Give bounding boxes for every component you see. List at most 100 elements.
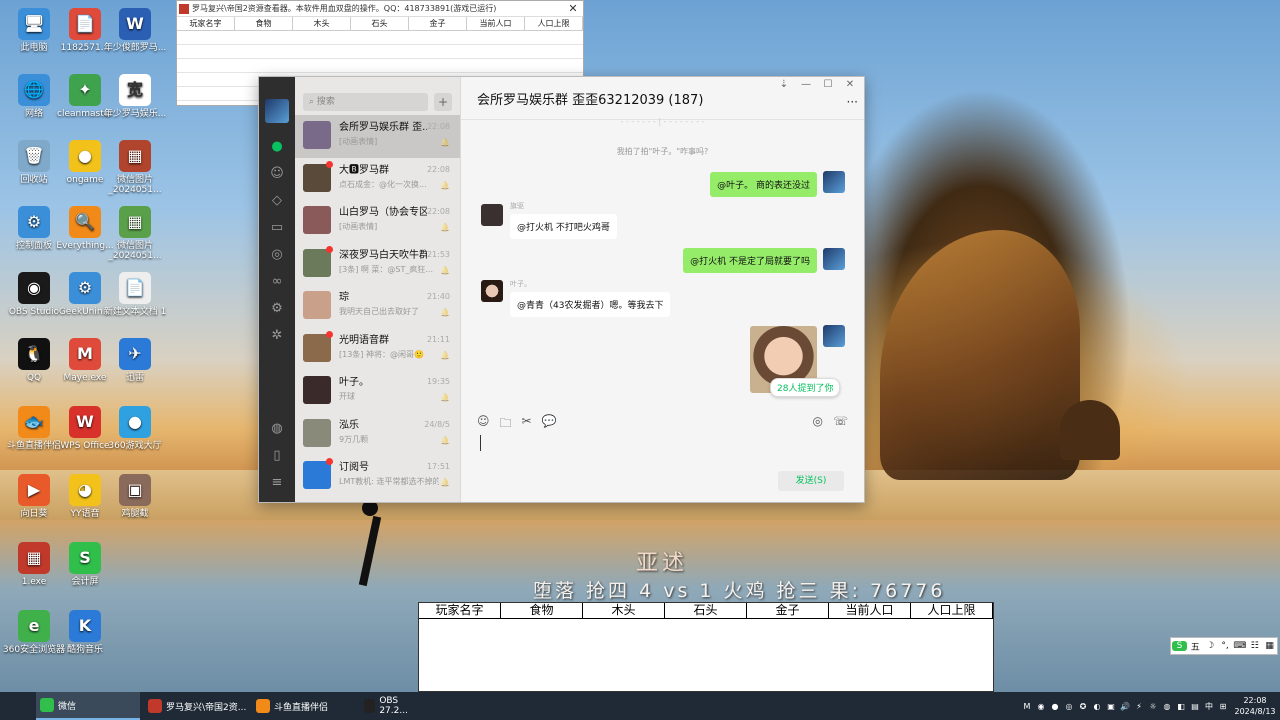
conversation-items: 会所罗马娱乐群 歪... 22:08 [动画表情] 🔔 大🅱罗马群 22:08 点石成金：@…	[295, 115, 460, 498]
taskbar-item[interactable]: 斗鱼直播伴侣	[252, 692, 356, 720]
folder-icon[interactable]: ▭	[259, 214, 295, 241]
desktop-icon[interactable]: ▦ 微信图片_2024051...	[103, 140, 167, 195]
window-controls: ⇣ — ☐ ✕	[776, 79, 858, 90]
ime-item[interactable]: ☷	[1247, 641, 1262, 651]
desktop-icon[interactable]: ✈ 迅雷	[103, 338, 167, 383]
add-button[interactable]: +	[434, 93, 452, 111]
message-bubble[interactable]: @打火机 不是定了局就要了吗	[683, 248, 817, 273]
conversation-item[interactable]: 山白罗马（协会专区）22:08 [动画表情] 🔔	[295, 200, 460, 243]
conversation-item[interactable]: 泓乐 24/8/5 9万几颗 🔔	[295, 413, 460, 456]
desktop-icon[interactable]: ● 360游戏大厅	[103, 406, 167, 451]
favorites-icon[interactable]: ◇	[259, 187, 295, 214]
my-avatar[interactable]	[823, 171, 845, 193]
wechat-window[interactable]: ● ☺ ◇ ▭ ◎ ∞ ⚙ ✲ ◍ ▯ ≡ ⌕ 搜索 + 会所罗马娱乐群 歪..…	[258, 76, 865, 503]
phone-icon[interactable]: ▯	[259, 442, 295, 469]
tray-icon[interactable]: ●	[1048, 702, 1062, 711]
desktop-icon[interactable]: 📄 新建文本文档 1	[103, 272, 167, 317]
close-icon[interactable]: ✕	[563, 2, 583, 15]
tray-icon[interactable]: ◐	[1090, 702, 1104, 711]
desktop-icon[interactable]: 宽年少罗马娱乐...	[103, 74, 167, 119]
system-tray: M ◉ ● ◎ ✪ ◐ ▣ 🔊 ⚡ ☼ ◍ ◧ ▤ 中 ⊞ 22:08 2024/8/13	[1020, 692, 1280, 720]
more-icon[interactable]: ···	[847, 95, 858, 109]
tray-icon[interactable]: M	[1020, 702, 1034, 711]
app-icon: 📄	[69, 8, 101, 40]
tray-icon[interactable]: ✪	[1076, 702, 1090, 711]
sender-avatar[interactable]	[481, 280, 503, 302]
menu-icon[interactable]: ≡	[259, 469, 295, 496]
mute-icon: 🔔	[440, 138, 450, 147]
conversation-item[interactable]: 大🅱罗马群 22:08 点石成金：@化一次换... 🔔	[295, 158, 460, 201]
conversation-item[interactable]: 叶子。 19:35 开球 🔔	[295, 370, 460, 413]
my-avatar[interactable]	[823, 248, 845, 270]
ime-item[interactable]: 五	[1188, 640, 1203, 653]
app-icon: ◕	[69, 474, 101, 506]
conversation-item[interactable]: 订阅号 17:51 LMT教机: 连平常都选不掉的... 🔔	[295, 455, 460, 498]
desktop-icon[interactable]: ▦ 微信图片_2024051...	[103, 206, 167, 261]
emoji-icon[interactable]: ☺	[477, 414, 490, 435]
my-avatar[interactable]	[823, 325, 845, 347]
conversation-item[interactable]: 会所罗马娱乐群 歪... 22:08 [动画表情] 🔔	[295, 115, 460, 158]
resource-viewer-titlebar[interactable]: 罗马复兴\帝国2资源查看器。本软件用血双盘的操作。QQ：418733891(游戏…	[177, 1, 583, 17]
tray-icon[interactable]: ◎	[1062, 702, 1076, 711]
close-icon[interactable]: ✕	[842, 79, 858, 90]
tray-icon[interactable]: ⚡	[1132, 702, 1146, 711]
message-bubble[interactable]: @叶子。 商的表还没过	[710, 172, 817, 197]
search-input[interactable]: ⌕ 搜索	[303, 93, 428, 111]
tray-icon[interactable]: ◍	[1160, 702, 1174, 711]
grid-icon[interactable]: ⊞	[1216, 702, 1230, 711]
minimize-icon[interactable]: —	[798, 79, 814, 90]
taskbar-app-icon	[40, 698, 54, 712]
conversation-item[interactable]: 光明语音群 21:11 [13条] 神将：@闲哥🙂 🔔	[295, 328, 460, 371]
conversation-item[interactable]: 琮 21:40 我明天自己出去取好了 🔔	[295, 285, 460, 328]
user-avatar[interactable]	[265, 99, 289, 123]
search-discover-icon[interactable]: ⚙	[259, 295, 295, 322]
maximize-icon[interactable]: ☐	[820, 79, 836, 90]
desktop-icon[interactable]: ▣ 鸡腿截	[103, 474, 167, 519]
scissors-icon[interactable]: ✂	[522, 414, 532, 435]
ime-item[interactable]: ☽	[1203, 641, 1218, 651]
ime-item[interactable]: ⌨	[1232, 641, 1247, 651]
channels-icon[interactable]: ∞	[259, 268, 295, 295]
taskbar-app-icon	[256, 699, 270, 713]
taskbar-item[interactable]: 微信	[36, 692, 140, 720]
folder-icon[interactable]: 🗀	[500, 414, 512, 435]
clock[interactable]: 22:08 2024/8/13	[1230, 695, 1280, 717]
pin-icon[interactable]: ⇣	[776, 79, 792, 90]
wallpaper-person-silhouette	[340, 500, 400, 630]
chat-icon[interactable]: ●	[259, 133, 295, 160]
chat-bubble-icon[interactable]: 💬	[542, 414, 557, 435]
taskbar-item[interactable]: OBS 27.2...	[360, 692, 420, 720]
ime-item[interactable]: °,	[1218, 641, 1233, 651]
conversation-avatar	[303, 163, 331, 192]
app-icon: e	[18, 610, 50, 642]
conversation-item[interactable]: 深夜罗马白天吹牛群 21:53 [3条] 啊 菜：@ST_疯狂... 🔔	[295, 243, 460, 286]
message-bubble[interactable]: @青青（43农发掘者）嗯。等我去下	[510, 292, 671, 317]
contacts-icon[interactable]: ☺	[259, 160, 295, 187]
mini-program-icon[interactable]: ✲	[259, 322, 295, 349]
desktop-icon[interactable]: W 年少俊郎罗马...	[103, 8, 167, 53]
tray-icon[interactable]: ▣	[1104, 702, 1118, 711]
mention-badge[interactable]: 28人提到了你	[770, 378, 841, 397]
ime-toolbar[interactable]: S 五 ☽ °, ⌨ ☷ ▦	[1170, 637, 1278, 655]
live-icon[interactable]: ◎	[813, 414, 823, 428]
tray-icon[interactable]: ☼	[1146, 702, 1160, 711]
tray-icon[interactable]: ▤	[1188, 702, 1202, 711]
tray-icon[interactable]: 🔊	[1118, 702, 1132, 711]
app-icon: ●	[119, 406, 151, 438]
taskbar-item[interactable]: 罗马复兴\帝国2资...	[144, 692, 248, 720]
tray-icon[interactable]: ◉	[1034, 702, 1048, 711]
desktop-icon[interactable]: S 会计屏	[53, 542, 117, 587]
moments-icon[interactable]: ◎	[259, 241, 295, 268]
call-icon[interactable]: ☏	[833, 414, 848, 428]
send-button[interactable]: 发送(S)	[778, 471, 844, 491]
ime-item[interactable]: ▦	[1262, 641, 1277, 651]
sender-avatar[interactable]	[481, 204, 503, 226]
ime-item[interactable]: S	[1172, 641, 1187, 651]
conversation-avatar	[303, 418, 331, 447]
desktop-icon[interactable]: K 酷狗音乐	[53, 610, 117, 655]
column-header: 金子	[747, 603, 829, 618]
miniapp-icon[interactable]: ◍	[259, 415, 295, 442]
ime-indicator[interactable]: 中	[1202, 701, 1216, 712]
tray-icon[interactable]: ◧	[1174, 702, 1188, 711]
message-bubble[interactable]: @打火机 不打吧火鸡哥	[510, 214, 617, 239]
